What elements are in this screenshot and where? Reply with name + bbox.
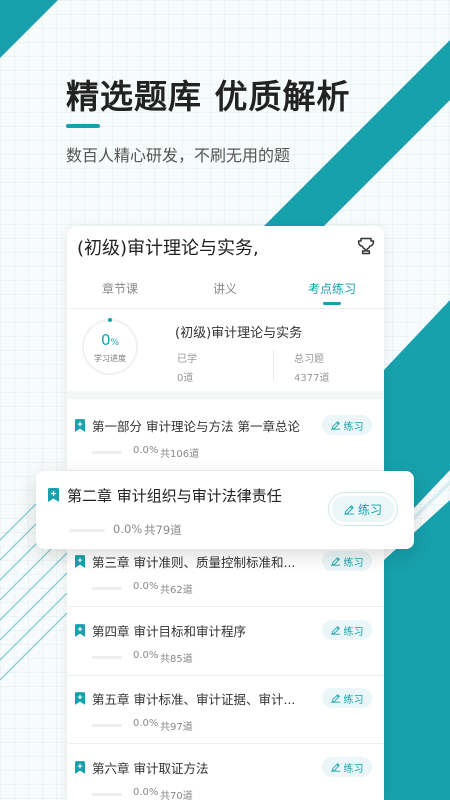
practice-button-label: 练习 xyxy=(343,557,364,569)
pencil-icon xyxy=(330,421,340,430)
tab-topic-practice[interactable]: 考点练习 xyxy=(282,280,382,297)
practice-button[interactable]: 练习 xyxy=(322,551,372,571)
bookmark-icon xyxy=(75,624,85,637)
chapter-count: 共97道 xyxy=(160,722,193,733)
chapter-row[interactable]: 第五章 审计标准、审计证据、审计... 0.0% 共97道 练习 xyxy=(67,676,384,744)
bookmark-icon xyxy=(75,419,85,432)
course-title-text: (初级)审计理论与实务 xyxy=(77,238,254,259)
stat-total-label: 总习题 xyxy=(294,354,324,365)
course-title: (初级)审计理论与实务, xyxy=(77,234,259,260)
progress-unit: % xyxy=(110,338,120,348)
chapter-progress-bar xyxy=(69,529,105,532)
chapter-count: 共79道 xyxy=(144,523,182,537)
chapter-name: 第四章 审计目标和审计程序 xyxy=(92,624,246,639)
practice-button-label: 练习 xyxy=(343,421,364,433)
chapter-percent: 0.0% xyxy=(133,581,159,592)
chapter-row[interactable]: 第六章 审计取证方法 0.0% 共70道 练习 xyxy=(67,745,384,800)
progress-value: 0% xyxy=(80,331,140,349)
chapter-percent: 0.0% xyxy=(133,787,159,798)
chapter-progress-bar xyxy=(92,587,122,590)
progress-ring: 0% 学习进度 xyxy=(80,317,140,377)
course-title-suffix: , xyxy=(253,238,259,259)
pencil-icon xyxy=(344,504,355,515)
chapter-percent: 0.0% xyxy=(133,445,159,456)
tab-handout[interactable]: 讲义 xyxy=(175,280,275,297)
tab-active-indicator xyxy=(323,302,341,305)
chapter-progress-bar xyxy=(92,451,122,454)
chapter-row[interactable]: 第三章 审计准则、质量控制标准和... 0.0% 共62道 练习 xyxy=(67,539,384,607)
stat-done: 已学 0道 xyxy=(177,350,197,384)
hero-underline xyxy=(66,124,100,128)
chapter-percent: 0.0% xyxy=(113,522,143,536)
chapter-name: 第一部分 审计理论与方法 第一章总论 xyxy=(92,419,300,434)
stat-divider xyxy=(273,350,274,380)
chapter-progress-bar xyxy=(92,656,122,659)
stat-total-value: 4377道 xyxy=(294,373,330,384)
chapter-count: 共62道 xyxy=(160,585,193,596)
stat-total: 总习题 4377道 xyxy=(294,350,329,384)
practice-button[interactable]: 练习 xyxy=(332,496,394,522)
chapter-percent: 0.0% xyxy=(133,650,159,661)
tab-divider xyxy=(67,308,384,309)
tab-chapter-course[interactable]: 章节课 xyxy=(70,280,170,297)
bookmark-icon xyxy=(75,761,85,774)
chapter-name: 第五章 审计标准、审计证据、审计... xyxy=(92,692,296,707)
practice-button-label: 练习 xyxy=(343,694,364,706)
chapter-row[interactable]: 第四章 审计目标和审计程序 0.0% 共85道 练习 xyxy=(67,608,384,676)
trophy-icon[interactable] xyxy=(356,236,376,256)
highlighted-chapter-card[interactable]: 第二章 审计组织与审计法律责任 0.0% 共79道 练习 xyxy=(36,471,414,549)
chapter-count: 共106道 xyxy=(160,449,200,460)
practice-button-label: 练习 xyxy=(343,763,364,775)
summary-book-name: (初级)审计理论与实务 xyxy=(175,326,303,341)
practice-button-label: 练习 xyxy=(357,502,382,517)
section-gap xyxy=(67,391,384,399)
pencil-icon xyxy=(330,626,340,635)
bookmark-icon xyxy=(75,692,85,705)
chapter-progress-bar xyxy=(92,793,122,796)
practice-button-label: 练习 xyxy=(343,626,364,638)
practice-button[interactable]: 练习 xyxy=(322,620,372,640)
chapter-count: 共70道 xyxy=(160,791,193,800)
chapter-percent: 0.0% xyxy=(133,718,159,729)
stat-done-value: 0道 xyxy=(177,373,194,384)
practice-button[interactable]: 练习 xyxy=(322,415,372,435)
stat-done-label: 已学 xyxy=(177,354,197,365)
decor-triangle-top-left xyxy=(0,0,70,70)
pencil-icon xyxy=(330,763,340,772)
chapter-count: 共85道 xyxy=(160,654,193,665)
chapter-row[interactable]: 第一部分 审计理论与方法 第一章总论 0.0% 共106道 练习 xyxy=(67,403,384,471)
chapter-name: 第三章 审计准则、质量控制标准和... xyxy=(92,555,296,570)
bookmark-icon xyxy=(75,555,85,568)
progress-label: 学习进度 xyxy=(94,354,126,363)
hero-title: 精选题库 优质解析 xyxy=(66,77,351,116)
pencil-icon xyxy=(330,694,340,703)
bookmark-icon xyxy=(48,488,59,502)
pencil-icon xyxy=(330,557,340,566)
chapter-name: 第六章 审计取证方法 xyxy=(92,761,209,776)
practice-button[interactable]: 练习 xyxy=(322,757,372,777)
chapter-progress-bar xyxy=(92,724,122,727)
hero-subtitle: 数百人精心研发，不刷无用的题 xyxy=(66,146,291,165)
practice-button[interactable]: 练习 xyxy=(322,688,372,708)
chapter-name: 第二章 审计组织与审计法律责任 xyxy=(67,487,282,505)
